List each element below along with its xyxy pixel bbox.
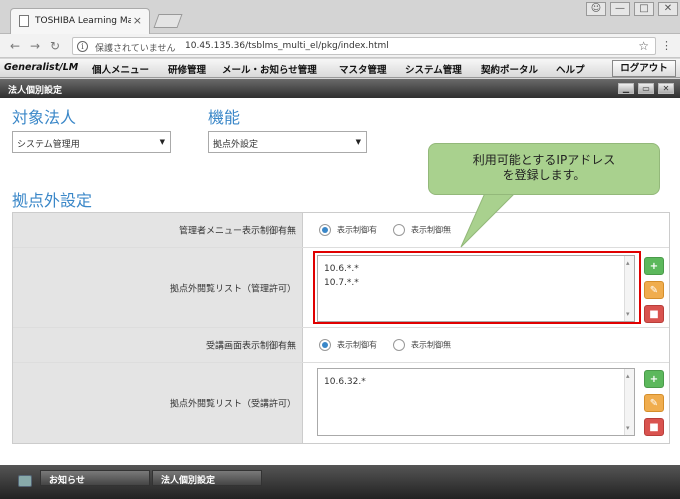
ip-entry: 10.6.32.* bbox=[324, 377, 366, 387]
radio-label: 表示制御無 bbox=[411, 340, 451, 350]
address-bar: ← → ↻ i 保護されていません 10.45.135.36/tsblms_mu… bbox=[0, 34, 680, 58]
close-button[interactable]: ✕ bbox=[658, 2, 678, 16]
reload-icon[interactable]: ↻ bbox=[50, 39, 60, 53]
back-icon[interactable]: ← bbox=[10, 39, 20, 53]
callout-tail bbox=[460, 193, 515, 248]
window-titlebar: 法人個別設定 ▁ ▭ ✕ bbox=[0, 79, 680, 98]
radio-admin-control-off[interactable] bbox=[393, 224, 405, 236]
add-button[interactable]: + bbox=[644, 370, 664, 388]
row-label: 受講画面表示制御有無 bbox=[13, 328, 303, 362]
textarea-scrollbar[interactable] bbox=[624, 369, 634, 435]
target-company-value: システム管理用 bbox=[17, 140, 80, 150]
section-heading: 拠点外設定 bbox=[12, 191, 93, 210]
url-field[interactable]: i 保護されていません 10.45.135.36/tsblms_multi_el… bbox=[72, 37, 656, 55]
function-value: 拠点外設定 bbox=[213, 140, 259, 150]
tab-close-icon[interactable]: × bbox=[133, 14, 142, 27]
row-label: 拠点外閲覧リスト（受講許可） bbox=[13, 363, 303, 443]
function-select[interactable]: 拠点外設定 ▼ bbox=[208, 131, 367, 153]
brand-logo: Generalist/LM bbox=[4, 62, 79, 73]
menu-master[interactable]: マスタ管理 bbox=[339, 62, 387, 76]
radio-label: 表示制御無 bbox=[411, 225, 451, 235]
window-close-icon[interactable]: ✕ bbox=[658, 83, 674, 94]
page-icon bbox=[19, 15, 29, 27]
bookmark-star-icon[interactable]: ☆ bbox=[638, 39, 649, 53]
radio-admin-control-on[interactable] bbox=[319, 224, 331, 236]
menu-help[interactable]: ヘルプ bbox=[556, 62, 585, 76]
menu-training[interactable]: 研修管理 bbox=[168, 62, 206, 76]
url-text[interactable]: 10.45.135.36/tsblms_multi_el/pkg/index.h… bbox=[185, 41, 389, 51]
callout-bubble: 利用可能とするIPアドレス を登録します。 bbox=[428, 143, 660, 195]
taskbar-tab-notice[interactable]: お知らせ bbox=[40, 470, 150, 486]
menu-kebab-icon[interactable]: ⋮ bbox=[661, 39, 672, 52]
radio-label: 表示制御有 bbox=[337, 340, 377, 350]
highlight-box bbox=[313, 251, 641, 324]
app-menubar: Generalist/LM 個人メニュー 研修管理 メール・お知らせ管理 マスタ… bbox=[0, 59, 680, 78]
taskbar-app-icon[interactable] bbox=[18, 475, 32, 487]
row-label: 拠点外閲覧リスト（管理許可） bbox=[13, 248, 303, 327]
function-heading: 機能 bbox=[208, 108, 241, 127]
minimize-button[interactable]: — bbox=[610, 2, 630, 16]
logout-button[interactable]: ログアウト bbox=[612, 60, 676, 77]
security-status: 保護されていません bbox=[95, 44, 176, 54]
target-company-select[interactable]: システム管理用 ▼ bbox=[12, 131, 171, 153]
maximize-button[interactable]: □ bbox=[634, 2, 654, 16]
edit-pencil-icon[interactable]: ✎ bbox=[644, 394, 664, 412]
taskbar-tab-company-settings[interactable]: 法人個別設定 bbox=[152, 470, 262, 486]
learner-ip-list-textarea[interactable]: 10.6.32.* bbox=[317, 368, 635, 436]
window-minimize-icon[interactable]: ▁ bbox=[618, 83, 634, 94]
taskbar: お知らせ 法人個別設定 bbox=[0, 465, 680, 499]
info-icon[interactable]: i bbox=[77, 41, 88, 52]
window-restore-icon[interactable]: ▭ bbox=[638, 83, 654, 94]
radio-learner-control-on[interactable] bbox=[319, 339, 331, 351]
edit-pencil-icon[interactable]: ✎ bbox=[644, 281, 664, 299]
forward-icon[interactable]: → bbox=[30, 39, 40, 53]
delete-trash-icon[interactable]: ■ bbox=[644, 418, 664, 436]
dropdown-arrow-icon: ▼ bbox=[159, 138, 165, 146]
menu-personal[interactable]: 個人メニュー bbox=[92, 62, 149, 76]
delete-trash-icon[interactable]: ■ bbox=[644, 305, 664, 323]
radio-learner-control-off[interactable] bbox=[393, 339, 405, 351]
tab-title: TOSHIBA Learning Manage bbox=[35, 16, 131, 26]
person-icon[interactable]: ☺ bbox=[586, 2, 606, 16]
target-company-heading: 対象法人 bbox=[12, 108, 77, 127]
new-tab-button[interactable] bbox=[153, 14, 183, 28]
dropdown-arrow-icon: ▼ bbox=[355, 138, 361, 146]
row-learner-display-control: 受講画面表示制御有無 表示制御有 表示制御無 bbox=[13, 328, 669, 363]
row-label: 管理者メニュー表示制御有無 bbox=[13, 213, 303, 247]
window-content: 対象法人 システム管理用 ▼ 機能 拠点外設定 ▼ 拠点外設定 管理者メニュー表… bbox=[0, 98, 680, 465]
callout-line: を登録します。 bbox=[502, 168, 586, 182]
row-admin-display-control: 管理者メニュー表示制御有無 表示制御有 表示制御無 bbox=[13, 213, 669, 248]
add-button[interactable]: + bbox=[644, 257, 664, 275]
radio-label: 表示制御有 bbox=[337, 225, 377, 235]
browser-tab[interactable]: TOSHIBA Learning Manage × bbox=[10, 8, 150, 34]
window-title: 法人個別設定 bbox=[8, 86, 63, 96]
callout-line: 利用可能とするIPアドレス bbox=[472, 153, 616, 167]
browser-tabstrip: TOSHIBA Learning Manage × ☺ — □ ✕ bbox=[0, 0, 680, 34]
menu-system[interactable]: システム管理 bbox=[405, 62, 462, 76]
menu-contract-portal[interactable]: 契約ポータル bbox=[481, 62, 538, 76]
menu-mail-notice[interactable]: メール・お知らせ管理 bbox=[222, 62, 317, 76]
